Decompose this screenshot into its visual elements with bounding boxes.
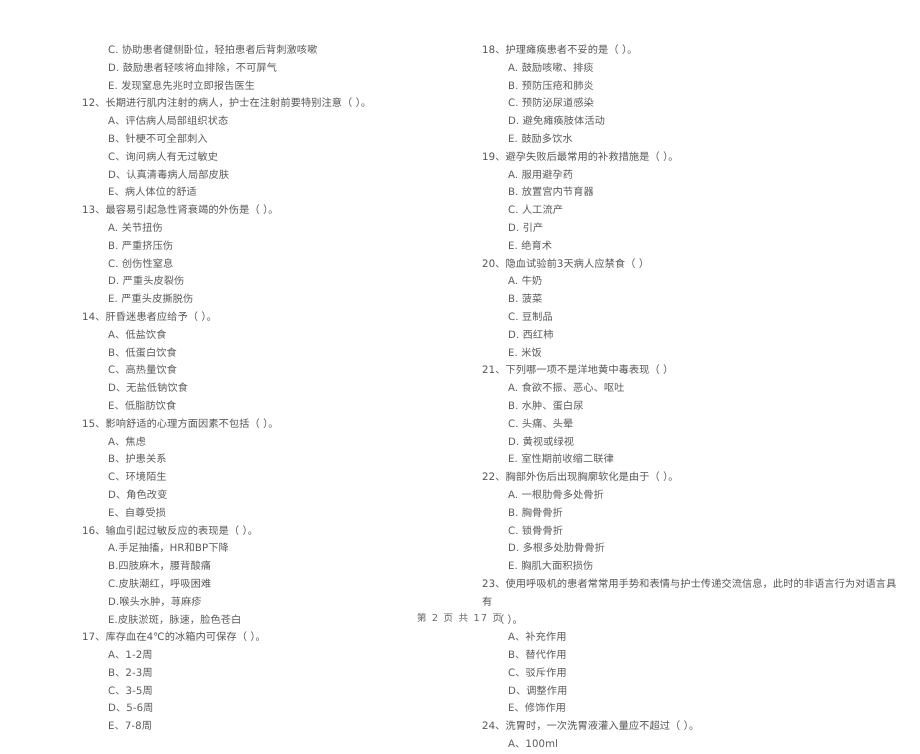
question-stem: 13、最容易引起急性肾衰竭的外伤是（ ）。	[82, 205, 279, 217]
option-item: A、补充作用	[508, 632, 567, 644]
option-item: B. 预防压疮和肺炎	[508, 80, 594, 92]
option-item: D、5-6周	[108, 703, 154, 715]
option-item: B. 严重挤压伤	[108, 240, 174, 252]
option-item: B、针梗不可全部刺入	[108, 133, 208, 145]
option-item: D. 避免瘫痪肢体活动	[508, 116, 605, 128]
option-item: B. 放置宫内节育器	[508, 187, 594, 199]
question-stem: 20、隐血试验前3天病人应禁食（ ）	[482, 258, 650, 270]
option-item: E. 发现窒息先兆时立即报告医生	[108, 80, 255, 92]
question-stem: 24、洗胃时，一次洗胃液灌入量应不超过（ ）。	[482, 721, 700, 733]
right-column: 18、护理瘫痪患者不妥的是（ ）。 A. 鼓励咳嗽、排痰 B. 预防压疮和肺炎 …	[460, 42, 920, 754]
option-item: D.喉头水肿，荨麻疹	[108, 596, 202, 608]
question-20: 20、隐血试验前3天病人应禁食（ ） A. 牛奶 B. 菠菜 C. 豆制品 D.…	[482, 256, 900, 363]
option-item: E. 严重头皮撕脱伤	[108, 294, 194, 306]
option-item: A. 鼓励咳嗽、排痰	[508, 62, 594, 74]
option-item: A. 服用避孕药	[508, 169, 574, 181]
option-item: C.皮肤潮红，呼吸困难	[108, 578, 212, 590]
question-stem: 12、长期进行肌内注射的病人，护士在注射前要特别注意（ ）。	[82, 98, 372, 110]
question-17: 17、库存血在4℃的冰箱内可保存（ ）。 A、1-2周 B、2-3周 C、3-5…	[82, 629, 442, 736]
option-item: B、2-3周	[108, 667, 153, 679]
option-item: A. 关节扭伤	[108, 222, 163, 234]
question-21: 21、下列哪一项不是洋地黄中毒表现（ ） A. 食欲不振、恶心、呕吐 B. 水肿…	[482, 362, 900, 469]
question-13: 13、最容易引起急性肾衰竭的外伤是（ ）。 A. 关节扭伤 B. 严重挤压伤 C…	[82, 202, 442, 309]
option-item: D、角色改变	[108, 489, 168, 501]
option-item: E、7-8周	[108, 721, 153, 733]
question-stem: 17、库存血在4℃的冰箱内可保存（ ）。	[82, 632, 266, 644]
option-item: E. 米饭	[508, 347, 542, 359]
question-12: 12、长期进行肌内注射的病人，护士在注射前要特别注意（ ）。 A、评估病人局部组…	[82, 95, 442, 202]
option-item: D、调整作用	[508, 685, 568, 697]
page-footer: 第 2 页 共 17 页	[416, 613, 504, 624]
option-item: C. 人工流产	[508, 205, 564, 217]
page-columns: C. 协助患者健侧卧位，轻拍患者后背刺激咳嗽 D. 鼓励患者轻咳将血排除，不可屏…	[0, 42, 920, 754]
option-item: E. 胸肌大面积损伤	[508, 561, 594, 573]
option-item: A、评估病人局部组织状态	[108, 116, 229, 128]
option-item: A、低盐饮食	[108, 329, 167, 341]
option-item: D. 多根多处肋骨骨折	[508, 543, 605, 555]
question-14: 14、肝昏迷患者应给予（ ）。 A、低盐饮食 B、低蛋白饮食 C、高热量饮食 D…	[82, 309, 442, 416]
option-item: E、低脂肪饮食	[108, 400, 177, 412]
question-stem: 23、使用呼吸机的患者常常用手势和表情与护士传递交流信息，此时的非语言行为对语言…	[482, 578, 897, 608]
option-item: C、高热量饮食	[108, 365, 177, 377]
question-stem: 15、影响舒适的心理方面因素不包括（ ）。	[82, 418, 279, 430]
question-stem: 16、输血引起过敏反应的表现是（ ）。	[82, 525, 258, 537]
option-item: B. 胸骨骨折	[508, 507, 563, 519]
option-item: D. 引产	[508, 222, 544, 234]
option-item: B.四肢麻木，腰背酸痛	[108, 561, 212, 573]
option-item: A. 一根肋骨多处骨折	[508, 489, 604, 501]
document-page: C. 协助患者健侧卧位，轻拍患者后背刺激咳嗽 D. 鼓励患者轻咳将血排除，不可屏…	[0, 0, 920, 750]
option-item: C. 创伤性窒息	[108, 258, 174, 270]
option-item: A. 牛奶	[508, 276, 543, 288]
question-stem: 22、胸部外伤后出现胸廓软化是由于（ ）。	[482, 472, 679, 484]
option-item: C. 头痛、头晕	[508, 418, 574, 430]
question-stem: 21、下列哪一项不是洋地黄中毒表现（ ）	[482, 365, 674, 377]
question-23: 23、使用呼吸机的患者常常用手势和表情与护士传递交流信息，此时的非语言行为对语言…	[482, 576, 900, 718]
option-item: E、病人体位的舒适	[108, 187, 197, 199]
option-item: E. 鼓励多饮水	[508, 133, 573, 145]
option-item: C、3-5周	[108, 685, 153, 697]
option-item: E. 绝育术	[508, 240, 553, 252]
option-item: D、无盐低钠饮食	[108, 383, 188, 395]
option-item: D. 严重头皮裂伤	[108, 276, 185, 288]
option-item: D. 鼓励患者轻咳将血排除，不可屏气	[108, 62, 277, 74]
option-item: B. 菠菜	[508, 294, 543, 306]
question-22: 22、胸部外伤后出现胸廓软化是由于（ ）。 A. 一根肋骨多处骨折 B. 胸骨骨…	[482, 469, 900, 576]
option-item: A. 食欲不振、恶心、呕吐	[508, 383, 625, 395]
option-item: C. 豆制品	[508, 311, 553, 323]
option-item: A.手足抽搐，HR和BP下降	[108, 543, 229, 555]
option-item: C. 预防泌尿道感染	[508, 98, 594, 110]
option-item: A、100ml	[508, 739, 559, 751]
question-stem: 14、肝昏迷患者应给予（ ）。	[82, 311, 217, 323]
option-item: D、认真清毒病人局部皮肤	[108, 169, 230, 181]
option-item: B、低蛋白饮食	[108, 347, 177, 359]
question-stem: 18、护理瘫痪患者不妥的是（ ）。	[482, 45, 638, 56]
option-item: D. 黄视或绿视	[508, 436, 575, 448]
option-item: C. 协助患者健侧卧位，轻拍患者后背刺激咳嗽	[108, 45, 318, 56]
option-item: E、自尊受损	[108, 507, 166, 519]
question-15: 15、影响舒适的心理方面因素不包括（ ）。 A、焦虑 B、护患关系 C、环境陌生…	[82, 416, 442, 523]
option-item: A、焦虑	[108, 436, 146, 448]
left-column: C. 协助患者健侧卧位，轻拍患者后背刺激咳嗽 D. 鼓励患者轻咳将血排除，不可屏…	[0, 42, 460, 754]
option-item: B. 水肿、蛋白尿	[508, 400, 584, 412]
question-stem: 19、避孕失败后最常用的补救措施是（ ）。	[482, 151, 679, 163]
option-item: C. 锁骨骨折	[508, 525, 564, 537]
option-item: C、环境陌生	[108, 472, 167, 484]
question-19: 19、避孕失败后最常用的补救措施是（ ）。 A. 服用避孕药 B. 放置宫内节育…	[482, 149, 900, 256]
orphan-options-block: C. 协助患者健侧卧位，轻拍患者后背刺激咳嗽 D. 鼓励患者轻咳将血排除，不可屏…	[82, 42, 442, 95]
option-item: C、询问病人有无过敏史	[108, 151, 219, 163]
question-24: 24、洗胃时，一次洗胃液灌入量应不超过（ ）。 A、100ml	[482, 718, 900, 754]
option-item: B、护患关系	[108, 454, 167, 466]
option-item: E、修饰作用	[508, 703, 566, 715]
option-item: D. 西红柿	[508, 329, 554, 341]
question-18: 18、护理瘫痪患者不妥的是（ ）。 A. 鼓励咳嗽、排痰 B. 预防压疮和肺炎 …	[482, 42, 900, 149]
option-item: E. 室性期前收缩二联律	[508, 454, 614, 466]
option-item: C、驳斥作用	[508, 667, 567, 679]
